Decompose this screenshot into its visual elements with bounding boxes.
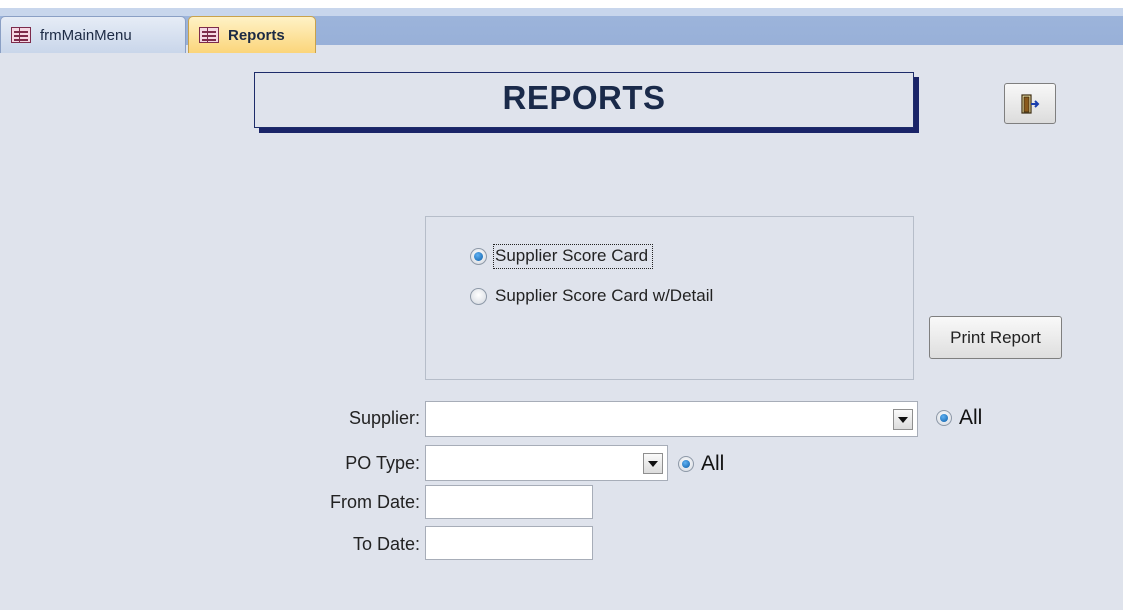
tab-frmMainMenu[interactable]: frmMainMenu (0, 16, 186, 53)
supplier-all-option[interactable]: All (936, 406, 982, 430)
po-type-all-label: All (701, 452, 725, 475)
option-supplier-score-card-detail[interactable]: Supplier Score Card w/Detail (470, 285, 717, 308)
tab-reports[interactable]: Reports (188, 16, 316, 53)
form-icon (11, 27, 31, 43)
supplier-label: Supplier: (348, 408, 420, 428)
tab-label: frmMainMenu (40, 26, 132, 44)
exit-door-icon (1021, 93, 1040, 114)
to-date-label: To Date: (352, 534, 420, 554)
to-date-field[interactable] (425, 526, 593, 560)
po-type-all-option[interactable]: All (678, 452, 724, 476)
option-label: Supplier Score Card (492, 244, 654, 269)
form-icon (199, 27, 219, 43)
po-type-label: PO Type: (345, 453, 420, 473)
document-tab-strip: frmMainMenu Reports (0, 0, 1123, 53)
option-label: Supplier Score Card w/Detail (495, 286, 714, 305)
supplier-combo[interactable] (425, 401, 918, 437)
dropdown-arrow-icon[interactable] (893, 409, 913, 430)
form-title: REPORTS (502, 79, 666, 116)
option-supplier-score-card[interactable]: Supplier Score Card (470, 244, 654, 269)
exit-button[interactable] (1004, 83, 1056, 124)
form-title-box: REPORTS (254, 72, 914, 128)
radio-button[interactable] (470, 288, 487, 305)
tab-label: Reports (228, 26, 285, 44)
supplier-all-label: All (959, 406, 983, 429)
radio-button-selected[interactable] (678, 456, 694, 472)
from-date-label: From Date: (329, 492, 420, 512)
dropdown-arrow-icon[interactable] (643, 453, 663, 474)
po-type-combo[interactable] (425, 445, 668, 481)
from-date-field[interactable] (425, 485, 593, 519)
radio-button-selected[interactable] (470, 248, 487, 265)
print-report-button[interactable]: Print Report (929, 316, 1062, 359)
radio-button-selected[interactable] (936, 410, 952, 426)
